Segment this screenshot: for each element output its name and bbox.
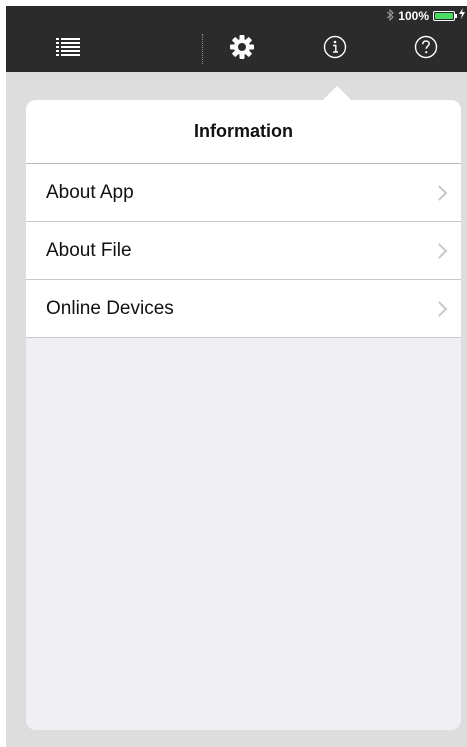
- app-screen: 100% Information About App About File On…: [6, 6, 467, 747]
- battery-icon: [433, 11, 457, 21]
- menu-item-online-devices[interactable]: Online Devices: [26, 280, 461, 338]
- gear-icon: [230, 34, 254, 64]
- menu-item-label: About File: [46, 239, 132, 261]
- info-icon: [323, 35, 347, 64]
- popover-header: Information: [26, 100, 461, 164]
- bluetooth-icon: [386, 8, 395, 24]
- lightning-icon: [459, 8, 465, 24]
- menu-item-about-app[interactable]: About App: [26, 164, 461, 222]
- information-popover: Information About App About File Online …: [26, 100, 461, 730]
- help-button[interactable]: [401, 26, 451, 72]
- battery-percent: 100%: [398, 9, 429, 23]
- chevron-right-icon: [431, 184, 448, 201]
- menu-item-label: About App: [46, 181, 134, 203]
- toolbar: [6, 26, 467, 72]
- list-icon: [56, 37, 80, 62]
- popover-title: Information: [194, 121, 293, 141]
- settings-button[interactable]: [217, 26, 267, 72]
- menu-item-about-file[interactable]: About File: [26, 222, 461, 280]
- status-bar: 100%: [6, 6, 467, 26]
- menu-item-label: Online Devices: [46, 297, 174, 319]
- status-indicators: 100%: [386, 8, 465, 24]
- list-button[interactable]: [43, 26, 93, 72]
- battery-nub: [455, 14, 457, 18]
- battery-level: [435, 13, 453, 19]
- menu-list: About App About File Online Devices: [26, 164, 461, 338]
- help-icon: [414, 35, 438, 64]
- info-button[interactable]: [310, 26, 360, 72]
- chevron-right-icon: [431, 300, 448, 317]
- chevron-right-icon: [431, 242, 448, 259]
- toolbar-divider: [202, 34, 203, 64]
